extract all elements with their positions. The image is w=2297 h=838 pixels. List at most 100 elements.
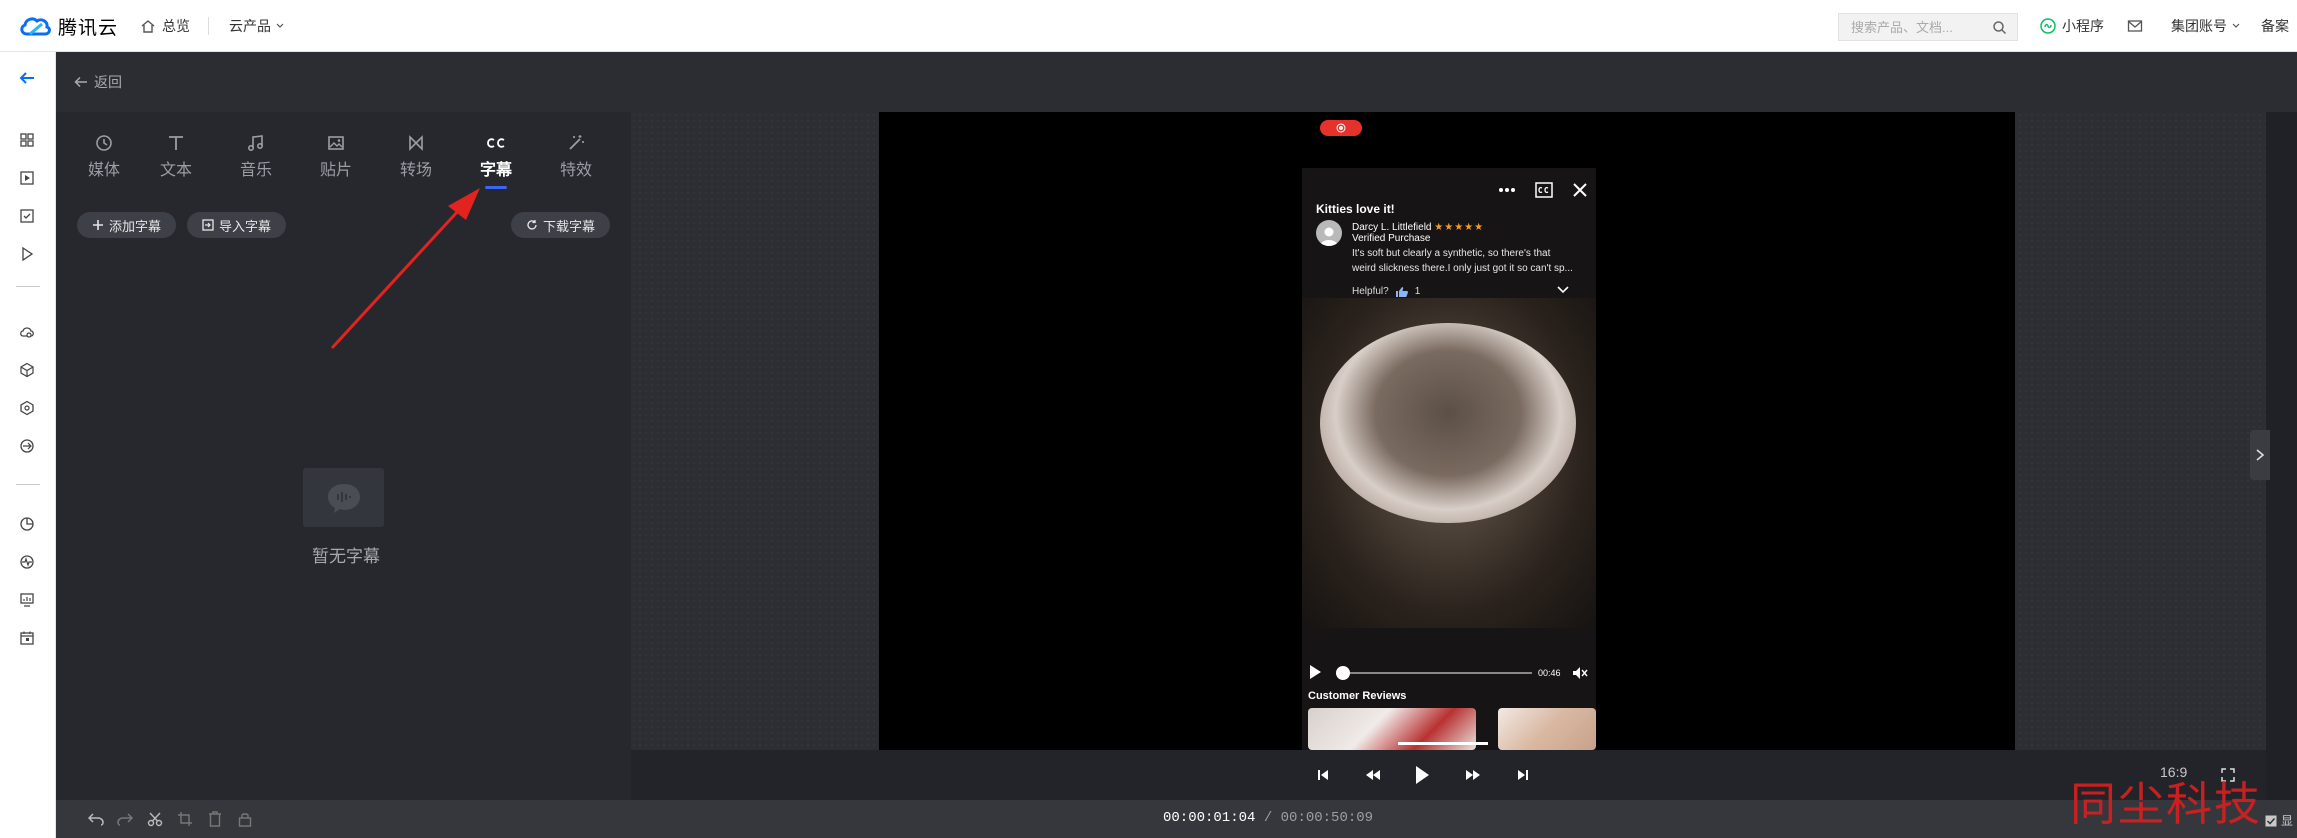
cloud-settings-icon[interactable]	[17, 322, 37, 342]
speech-bubble-icon	[327, 483, 360, 513]
magic-wand-icon	[569, 135, 584, 150]
text-icon	[169, 136, 183, 150]
screen-stats-icon[interactable]	[17, 590, 37, 610]
chevron-down-icon	[276, 23, 284, 28]
customer-reviews-heading: Customer Reviews	[1308, 690, 1407, 702]
tab-effects[interactable]: 特效	[546, 130, 606, 200]
nav-home-label: 总览	[162, 18, 190, 34]
nav-products[interactable]: 云产品	[229, 0, 285, 52]
thumbs-up-icon[interactable]	[1395, 286, 1409, 298]
nav-group-account[interactable]: 集团账号	[2171, 0, 2241, 52]
search-icon[interactable]	[1992, 20, 2007, 35]
search-box[interactable]	[1838, 13, 2018, 41]
lock-icon	[238, 813, 252, 827]
scissors-icon	[147, 812, 163, 827]
editor-header: 返回	[56, 52, 2297, 112]
image-icon	[328, 136, 344, 150]
review-line-2: weird slickness there.I only just got it…	[1352, 263, 1573, 274]
monitor-wave-icon[interactable]	[17, 552, 37, 572]
calendar-icon[interactable]	[17, 628, 37, 648]
more-dots-icon[interactable]	[1498, 187, 1516, 193]
video-top-actions	[1498, 180, 1588, 200]
tab-music-label: 音乐	[239, 162, 272, 179]
skip-end-icon	[1518, 770, 1528, 780]
import-subtitle-label: 导入字幕	[218, 218, 271, 234]
checkbox-icon	[2265, 815, 2277, 826]
media-icon[interactable]	[17, 168, 37, 188]
chevron-down-icon	[2232, 23, 2240, 28]
current-time: 00:00:01:04	[1163, 810, 1256, 826]
volume-icon[interactable]	[1572, 666, 1588, 680]
top-navigation: 腾讯云 总览 云产品 小程序 集团账号 备案	[0, 0, 2297, 52]
inner-time: 00:46	[1538, 668, 1561, 678]
redo-button[interactable]	[114, 808, 136, 830]
close-icon[interactable]	[1572, 182, 1588, 198]
refresh-icon	[527, 220, 537, 230]
delete-button[interactable]	[204, 808, 226, 830]
tab-sticker-label: 贴片	[319, 162, 352, 179]
time-separator: /	[1255, 810, 1281, 826]
cube-icon[interactable]	[17, 360, 37, 380]
brand-logo[interactable]: 腾讯云	[18, 12, 118, 40]
redo-icon	[117, 813, 133, 826]
inner-progress-track[interactable]	[1342, 672, 1532, 674]
nav-mini-program-label: 小程序	[2062, 18, 2104, 34]
annotation-arrow	[330, 188, 480, 350]
play-button[interactable]	[1407, 760, 1437, 790]
tab-media[interactable]: 媒体	[74, 130, 134, 200]
display-checkbox[interactable]: 显	[2265, 812, 2293, 829]
play-icon	[1416, 766, 1429, 784]
record-icon	[1336, 123, 1346, 133]
chevron-down-icon[interactable]	[1556, 285, 1570, 295]
nav-group-account-label: 集团账号	[2171, 18, 2227, 34]
cloud-logo-icon	[20, 17, 51, 36]
import-subtitle-button[interactable]: 导入字幕	[187, 212, 286, 238]
play-icon[interactable]	[17, 244, 37, 264]
dashboard-icon[interactable]	[17, 130, 37, 150]
record-indicator	[1320, 120, 1362, 136]
nav-mini-program[interactable]: 小程序	[2040, 0, 2104, 52]
right-panel-toggle[interactable]	[2250, 430, 2270, 480]
total-time: 00:00:50:09	[1280, 810, 1374, 826]
play-icon[interactable]	[1308, 664, 1322, 680]
tab-music[interactable]: 音乐	[226, 130, 286, 200]
nav-filing[interactable]: 备案	[2261, 0, 2289, 52]
helpful-label: Helpful?	[1352, 286, 1389, 297]
review-title: Kitties love it!	[1316, 202, 1395, 216]
fast-forward-button[interactable]	[1458, 760, 1488, 790]
split-button[interactable]	[144, 808, 166, 830]
closed-caption-icon[interactable]	[1535, 182, 1553, 198]
nav-messages[interactable]	[2127, 0, 2143, 52]
add-subtitle-label: 添加字幕	[108, 218, 161, 234]
inner-progress-handle[interactable]	[1336, 666, 1350, 680]
nav-home[interactable]: 总览	[140, 0, 190, 52]
lock-button[interactable]	[234, 808, 256, 830]
back-label: 返回	[94, 74, 122, 90]
left-rail	[0, 52, 56, 838]
download-subtitle-label: 下载字幕	[542, 218, 595, 234]
search-input[interactable]	[1849, 18, 1989, 36]
skip-to-end-button[interactable]	[1508, 760, 1538, 790]
media-clock-icon	[96, 135, 112, 151]
collapse-arrow-icon[interactable]	[17, 68, 37, 88]
undo-button[interactable]	[85, 808, 107, 830]
tab-text[interactable]: 文本	[146, 130, 206, 200]
add-subtitle-button[interactable]: 添加字幕	[77, 212, 176, 238]
import-icon	[202, 219, 214, 231]
sync-icon[interactable]	[17, 436, 37, 456]
task-check-icon[interactable]	[17, 206, 37, 226]
download-subtitle-button[interactable]: 下载字幕	[511, 212, 610, 238]
skip-to-start-button[interactable]	[1308, 760, 1338, 790]
inner-player-controls: 00:46	[1302, 658, 1596, 688]
crop-icon	[178, 812, 192, 826]
review-thumbnail[interactable]	[1498, 708, 1596, 750]
crop-button[interactable]	[174, 808, 196, 830]
video-preview[interactable]: Kitties love it! Darcy L. Littlefield ★★…	[1302, 168, 1596, 750]
mail-icon	[2127, 20, 2143, 32]
rail-divider	[16, 484, 40, 485]
rewind-button[interactable]	[1358, 760, 1388, 790]
back-button[interactable]: 返回	[74, 52, 122, 112]
hexagon-icon[interactable]	[17, 398, 37, 418]
pie-chart-icon[interactable]	[17, 514, 37, 534]
helpful-row: Helpful? 1	[1352, 284, 1420, 299]
